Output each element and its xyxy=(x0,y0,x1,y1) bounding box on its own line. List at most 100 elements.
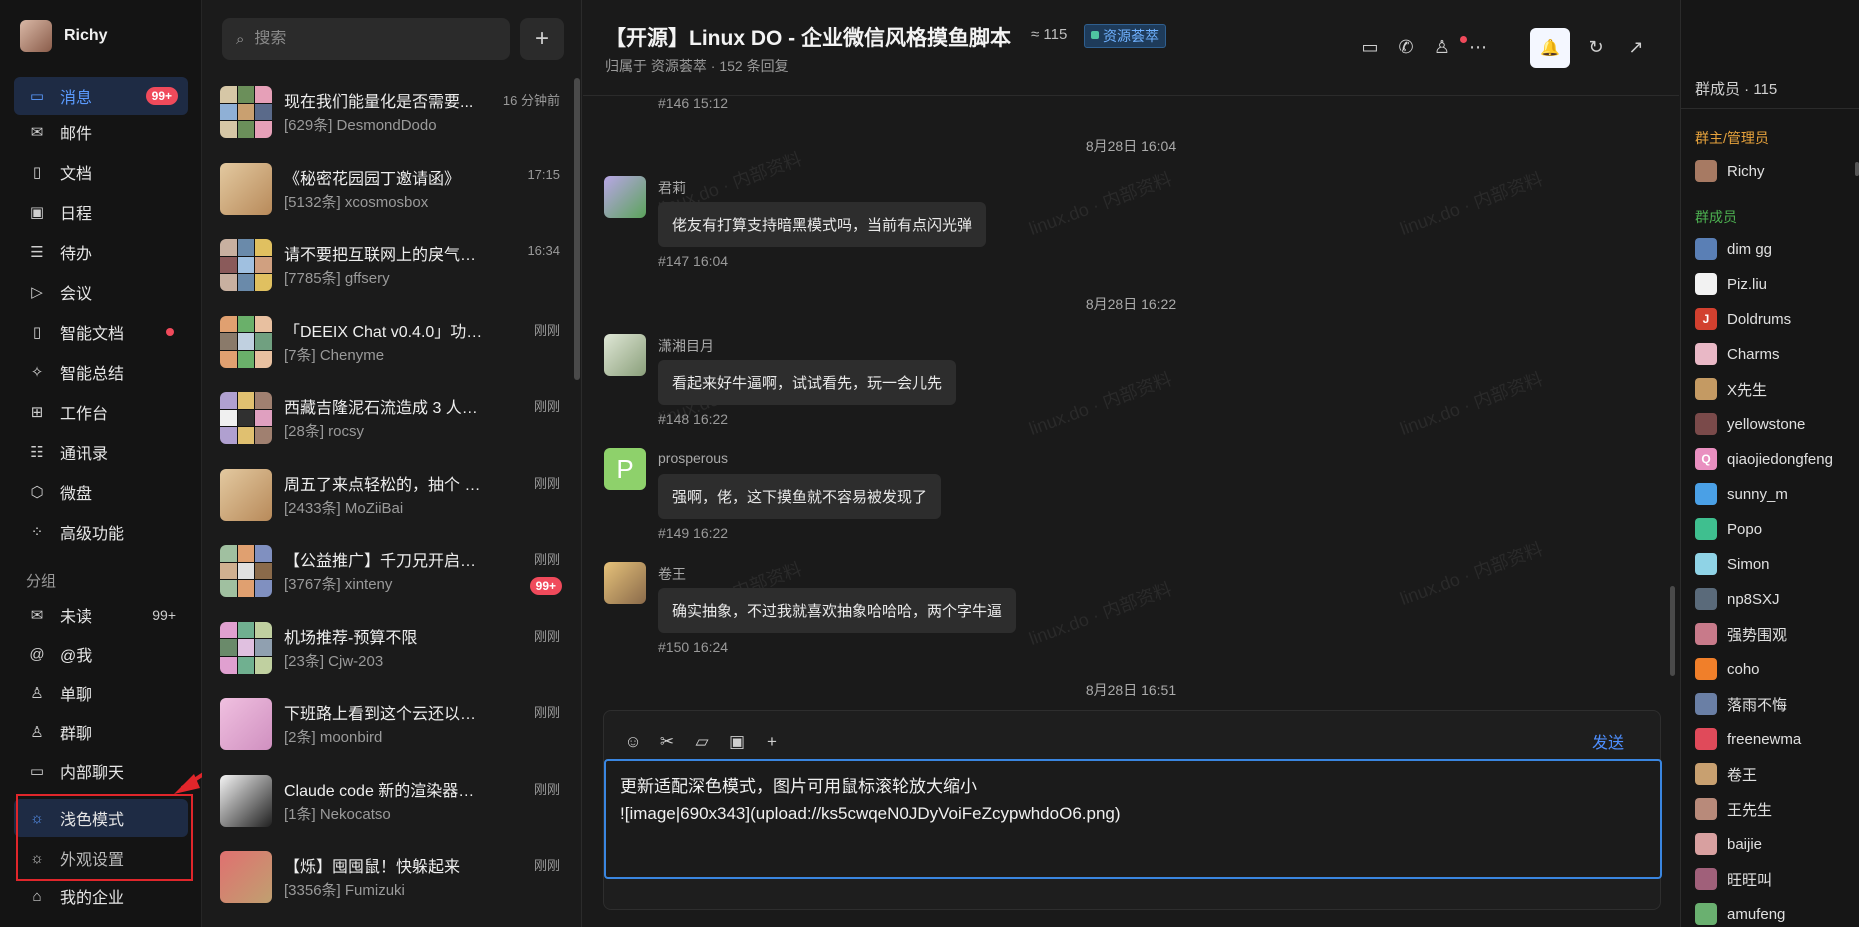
member-item[interactable]: yellowstone xyxy=(1695,413,1805,435)
sender-name[interactable]: 潇湘目月 xyxy=(658,336,714,356)
nav-item-my-enterprise[interactable]: ⌂ 我的企业 xyxy=(14,877,188,915)
conversation-item[interactable]: 机场推荐-预算不限 [23条] Cjw-203 刚刚 xyxy=(202,612,574,688)
add-member-icon[interactable]: ♙ xyxy=(1429,34,1455,60)
avatar[interactable] xyxy=(604,334,646,376)
member-item[interactable]: 卷王 xyxy=(1695,763,1757,785)
external-link-icon[interactable]: ↗ xyxy=(1623,34,1649,60)
conversation-item[interactable]: 【公益推广】千刀兄开启美好8... [3767条] xinteny 刚刚 99+ xyxy=(202,535,574,611)
avatar xyxy=(1695,378,1717,400)
conversation-item[interactable]: 「DEEIX Chat v0.4.0」功能、... [7条] Chenyme 刚刚 xyxy=(202,306,574,382)
member-item[interactable]: Richy xyxy=(1695,160,1765,182)
refresh-icon[interactable]: ↻ xyxy=(1583,34,1609,60)
avatar[interactable] xyxy=(604,562,646,604)
nav-item-smart-doc[interactable]: ▯ 智能文档 xyxy=(14,313,188,351)
member-item[interactable]: np8SXJ xyxy=(1695,588,1780,610)
category-tag[interactable]: 资源荟萃 xyxy=(1084,24,1166,48)
member-item[interactable]: Charms xyxy=(1695,343,1780,365)
group-item-direct[interactable]: ♙ 单聊 xyxy=(14,674,188,712)
sender-name[interactable]: 君莉 xyxy=(658,178,686,198)
group-item-group-chat[interactable]: ♙ 群聊 xyxy=(14,713,188,751)
conversation-item[interactable]: 西藏吉隆泥石流造成 3 人遇难... [28条] rocsy 刚刚 xyxy=(202,382,574,458)
nav-item-smart-summary[interactable]: ✧ 智能总结 xyxy=(14,353,188,391)
nav-item-workbench[interactable]: ⊞ 工作台 xyxy=(14,393,188,431)
conversation-item[interactable]: 现在我们能量化是否需要... [629条] DesmondDodo 16 分钟前 xyxy=(202,76,574,152)
nav-item-mail[interactable]: ✉ 邮件 xyxy=(14,113,188,151)
watermark: linux.do · 内部资料 xyxy=(1026,168,1175,239)
member-item[interactable]: Qqiaojiedongfeng xyxy=(1695,448,1833,470)
avatar[interactable] xyxy=(20,20,52,52)
chat-scrollbar[interactable] xyxy=(1670,586,1675,676)
member-scrollbar[interactable] xyxy=(1855,162,1859,176)
scissors-icon[interactable]: ✂ xyxy=(654,729,680,755)
group-item-internal-chat[interactable]: ▭ 内部聊天 xyxy=(14,752,188,790)
member-item[interactable]: baijie xyxy=(1695,833,1762,855)
todo-icon: ☰ xyxy=(30,244,44,261)
member-item[interactable]: amufeng xyxy=(1695,903,1785,925)
nav-item-advanced[interactable]: ⁘ 高级功能 xyxy=(14,513,188,551)
member-item[interactable]: J Doldrums xyxy=(1695,308,1791,330)
nav-item-docs[interactable]: ▯ 文档 xyxy=(14,153,188,191)
member-item[interactable]: Simon xyxy=(1695,553,1770,575)
group-item-unread[interactable]: ✉ 未读 99+ xyxy=(14,596,188,634)
nav-label: 邮件 xyxy=(60,126,93,143)
sender-name[interactable]: prosperous xyxy=(658,450,728,466)
nav-item-todo[interactable]: ☰ 待办 xyxy=(14,233,188,271)
member-item[interactable]: 落雨不悔 xyxy=(1695,693,1787,715)
nav-item-contacts[interactable]: ☷ 通讯录 xyxy=(14,433,188,471)
message-input[interactable]: 更新适配深色模式，图片可用鼠标滚轮放大缩小 ![image|690x343](u… xyxy=(604,759,1662,879)
send-button[interactable]: 发送 xyxy=(1592,729,1624,753)
member-item[interactable]: sunny_m xyxy=(1695,483,1788,505)
conversation-item[interactable]: 请不要把互联网上的戾气带来... [7785条] gffsery 16:34 xyxy=(202,229,574,305)
watermark: linux.do · 内部资料 xyxy=(1397,168,1546,239)
conversation-item[interactable]: 【烁】囤囤鼠！快躲起来 [3356条] Fumizuki 刚刚 xyxy=(202,841,574,917)
member-item[interactable]: X先生 xyxy=(1695,378,1767,400)
member-item[interactable]: 强势围观 xyxy=(1695,623,1787,645)
sender-name[interactable]: 卷王 xyxy=(658,564,686,584)
message-bubble[interactable]: 佬友有打算支持暗黑模式吗，当前有点闪光弹 xyxy=(658,202,987,247)
conversation-item[interactable]: 下班路上看到这个云还以为二... [2条] moonbird 刚刚 xyxy=(202,688,574,764)
conversation-scrollbar[interactable] xyxy=(574,78,580,380)
avatar xyxy=(1695,833,1717,855)
group-item-mentions[interactable]: @ @我 xyxy=(14,635,188,673)
plus-icon[interactable]: + xyxy=(759,729,785,755)
conversation-list: ⌕ + 现在我们能量化是否需要... [629条] DesmondDodo 16 分… xyxy=(202,0,582,927)
member-item[interactable]: 王先生 xyxy=(1695,798,1772,820)
video-icon: ▷ xyxy=(31,284,43,301)
conversation-item[interactable]: 周五了来点轻松的，抽个 Pre... [2433条] MoZiiBai 刚刚 xyxy=(202,459,574,535)
nav-label: 会议 xyxy=(60,286,93,303)
bell-button[interactable]: 🔔 xyxy=(1530,28,1570,68)
member-item[interactable]: 旺旺叫 xyxy=(1695,868,1772,890)
conversation-summary: [3356条] Fumizuki xyxy=(284,882,405,899)
message-bubble[interactable]: 强啊，佬，这下摸鱼就不容易被发现了 xyxy=(658,474,942,519)
conversation-title: 机场推荐-预算不限 xyxy=(284,629,418,647)
avatar xyxy=(220,162,272,215)
video-call-icon[interactable]: ▭ xyxy=(1357,34,1383,60)
chat-icon: ▭ xyxy=(29,763,45,780)
user-profile[interactable]: Richy xyxy=(20,20,108,52)
conversation-summary: [629条] DesmondDodo xyxy=(284,117,437,134)
conversation-title: Claude code 新的渲染器感觉... xyxy=(284,782,484,800)
nav-item-calendar[interactable]: ▣ 日程 xyxy=(14,193,188,231)
search-box[interactable]: ⌕ xyxy=(222,18,510,60)
avatar[interactable] xyxy=(604,176,646,218)
nav-item-drive[interactable]: ⬡ 微盘 xyxy=(14,473,188,511)
member-item[interactable]: dim gg xyxy=(1695,238,1772,260)
add-button[interactable]: + xyxy=(520,18,564,60)
emoji-icon[interactable]: ☺ xyxy=(620,729,646,755)
nav-item-meeting[interactable]: ▷ 会议 xyxy=(14,273,188,311)
member-item[interactable]: coho xyxy=(1695,658,1760,680)
folder-icon[interactable]: ▱ xyxy=(689,729,715,755)
conversation-item[interactable]: Claude code 新的渲染器感觉... [1条] Nekocatso 刚刚 xyxy=(202,765,574,841)
member-item[interactable]: Popo xyxy=(1695,518,1762,540)
more-icon[interactable]: ⋯ xyxy=(1465,34,1491,60)
phone-icon[interactable]: ✆ xyxy=(1393,34,1419,60)
member-item[interactable]: freenewma xyxy=(1695,728,1801,750)
member-item[interactable]: Piz.liu xyxy=(1695,273,1767,295)
conversation-item[interactable]: 《秘密花园园丁邀请函》 [5132条] xcosmosbox 17:15 xyxy=(202,153,574,229)
image-icon[interactable]: ▣ xyxy=(724,729,750,755)
search-input[interactable] xyxy=(254,30,475,48)
message-bubble[interactable]: 看起来好牛逼啊，试试看先，玩一会儿先 xyxy=(658,360,957,405)
avatar[interactable]: P xyxy=(604,448,646,490)
nav-item-messages[interactable]: ▭ 消息 99+ xyxy=(14,77,188,115)
message-bubble[interactable]: 确实抽象，不过我就喜欢抽象哈哈哈，两个字牛逼 xyxy=(658,588,1017,633)
